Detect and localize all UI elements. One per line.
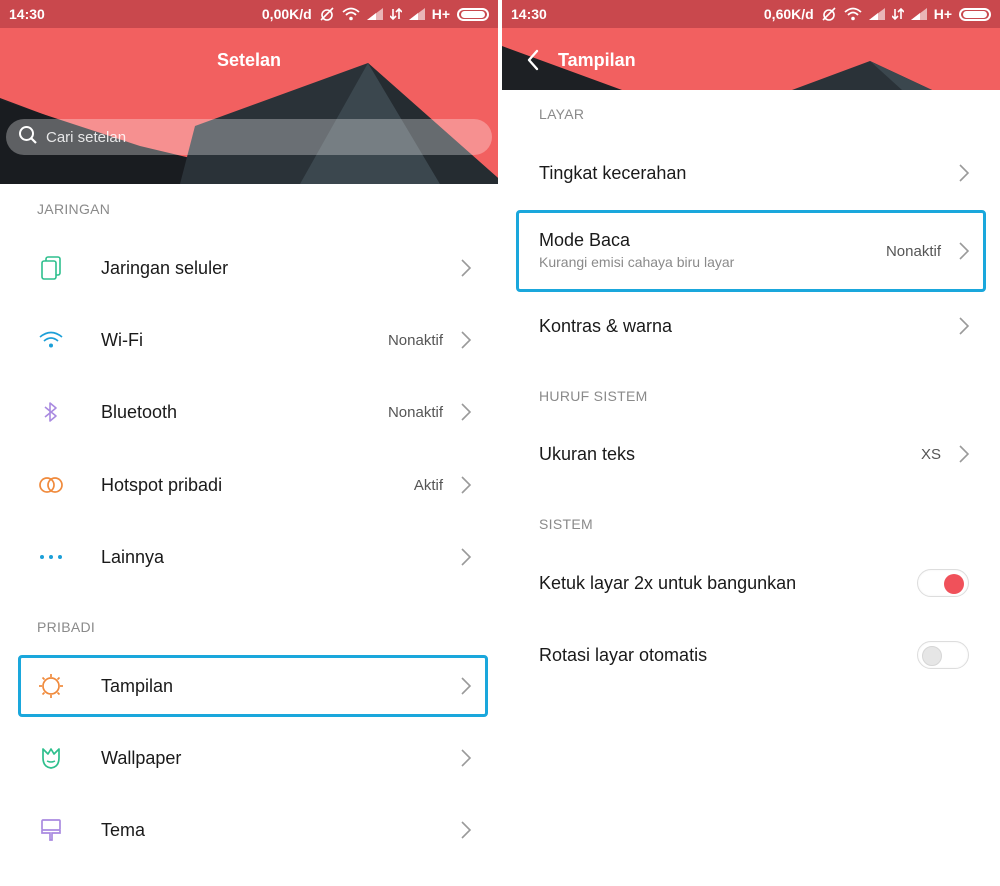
chevron-right-icon bbox=[461, 821, 472, 839]
setting-value: XS bbox=[920, 445, 941, 463]
setting-item-double-tap-wake[interactable]: Ketuk layar 2x untuk bangunkan bbox=[502, 553, 1000, 613]
setting-item-hotspot[interactable]: Hotspot pribadi Aktif bbox=[0, 455, 498, 515]
section-jaringan: JARINGAN bbox=[37, 201, 111, 217]
setting-label: Ukuran teks bbox=[539, 443, 636, 464]
signal-icon-2 bbox=[408, 8, 425, 20]
setting-value: Nonaktif bbox=[387, 403, 443, 421]
chevron-right-icon bbox=[461, 259, 472, 277]
setting-label: Mode Baca bbox=[539, 230, 631, 250]
section-sistem: SISTEM bbox=[539, 516, 593, 532]
search-bar[interactable] bbox=[6, 119, 492, 155]
setting-value: Aktif bbox=[413, 476, 443, 494]
display-header: Tampilan bbox=[502, 28, 1000, 90]
setting-label: Wallpaper bbox=[101, 747, 182, 768]
status-time: 14:30 bbox=[9, 6, 45, 22]
setting-item-reading-mode[interactable]: Mode Baca Kurangi emisi cahaya biru laya… bbox=[502, 212, 1000, 290]
setting-label: Rotasi layar otomatis bbox=[539, 644, 708, 665]
setting-item-more[interactable]: Lainnya bbox=[0, 527, 498, 587]
setting-label: Kontras & warna bbox=[539, 315, 673, 336]
setting-item-text-size[interactable]: Ukuran teks XS bbox=[502, 424, 1000, 484]
section-pribadi: PRIBADI bbox=[37, 619, 96, 635]
page-title: Setelan bbox=[216, 50, 282, 70]
toggle-switch-on[interactable] bbox=[917, 569, 969, 597]
setting-item-mobile-network[interactable]: Jaringan seluler bbox=[0, 238, 498, 298]
battery-icon bbox=[959, 7, 991, 21]
chevron-right-icon bbox=[461, 677, 472, 695]
setting-label: Tema bbox=[101, 819, 146, 840]
data-transfer-icon bbox=[389, 7, 402, 21]
chevron-right-icon bbox=[461, 403, 472, 421]
setting-label: Bluetooth bbox=[101, 401, 178, 422]
more-dots-icon bbox=[38, 544, 64, 570]
setting-value: Nonaktif bbox=[885, 242, 941, 260]
theme-brush-icon bbox=[38, 817, 64, 843]
battery-icon bbox=[457, 7, 489, 21]
status-speed: 0,00K/d bbox=[261, 6, 312, 22]
signal-icon-2 bbox=[910, 8, 927, 20]
setting-label: Ketuk layar 2x untuk bangunkan bbox=[539, 572, 797, 593]
toggle-knob bbox=[944, 574, 964, 594]
setting-label: Lainnya bbox=[101, 546, 165, 567]
network-type: H+ bbox=[431, 6, 450, 22]
setting-item-contrast[interactable]: Kontras & warna bbox=[502, 296, 1000, 356]
setting-label: Wi-Fi bbox=[101, 329, 143, 350]
setting-item-display[interactable]: Tampilan bbox=[0, 656, 498, 716]
setting-label: Tampilan bbox=[101, 675, 174, 696]
search-icon bbox=[18, 125, 38, 150]
back-button[interactable] bbox=[520, 46, 546, 74]
display-settings-screen: 14:30 0,60K/d H+ Tampilan LAYAR Tingkat … bbox=[502, 0, 1000, 886]
setting-label: Jaringan seluler bbox=[101, 257, 229, 278]
chevron-right-icon bbox=[959, 317, 970, 335]
setting-item-wallpaper[interactable]: Wallpaper bbox=[0, 728, 498, 788]
page-title: Tampilan bbox=[558, 50, 636, 70]
chevron-right-icon bbox=[461, 476, 472, 494]
setting-item-auto-rotate[interactable]: Rotasi layar otomatis bbox=[502, 625, 1000, 685]
search-input[interactable] bbox=[46, 128, 446, 146]
network-type: H+ bbox=[933, 6, 952, 22]
setting-item-brightness[interactable]: Tingkat kecerahan bbox=[502, 143, 1000, 203]
status-time: 14:30 bbox=[511, 6, 547, 22]
toggle-knob bbox=[922, 646, 942, 666]
wifi-status-icon bbox=[342, 7, 360, 21]
status-bar: 14:30 0,60K/d H+ bbox=[502, 0, 1000, 28]
wifi-icon bbox=[38, 327, 64, 353]
alarm-off-icon bbox=[821, 6, 837, 22]
bluetooth-icon bbox=[38, 399, 64, 425]
hotspot-icon bbox=[38, 472, 64, 498]
wallpaper-tulip-icon bbox=[38, 745, 64, 771]
signal-icon bbox=[366, 8, 383, 20]
status-speed: 0,60K/d bbox=[763, 6, 814, 22]
setting-sublabel: Kurangi emisi cahaya biru layar bbox=[539, 254, 735, 270]
signal-icon bbox=[868, 8, 885, 20]
setting-item-wifi[interactable]: Wi-Fi Nonaktif bbox=[0, 310, 498, 370]
chevron-left-icon bbox=[527, 49, 539, 71]
chevron-right-icon bbox=[959, 242, 970, 260]
chevron-right-icon bbox=[959, 164, 970, 182]
chevron-right-icon bbox=[461, 548, 472, 566]
setting-value: Nonaktif bbox=[387, 331, 443, 349]
toggle-switch-off[interactable] bbox=[917, 641, 969, 669]
chevron-right-icon bbox=[461, 749, 472, 767]
alarm-off-icon bbox=[319, 6, 335, 22]
chevron-right-icon bbox=[959, 445, 970, 463]
data-transfer-icon bbox=[891, 7, 904, 21]
chevron-right-icon bbox=[461, 331, 472, 349]
setting-label: Tingkat kecerahan bbox=[539, 162, 687, 183]
wifi-status-icon bbox=[844, 7, 862, 21]
setting-item-theme[interactable]: Tema bbox=[0, 800, 498, 860]
settings-screen: 14:30 0,00K/d H+ Setelan Cari setelan JA… bbox=[0, 0, 498, 886]
setting-label: Hotspot pribadi bbox=[101, 474, 223, 495]
setting-item-bluetooth[interactable]: Bluetooth Nonaktif bbox=[0, 382, 498, 442]
settings-header: Setelan bbox=[0, 28, 498, 184]
status-bar: 14:30 0,00K/d H+ bbox=[0, 0, 498, 28]
section-layar: LAYAR bbox=[539, 106, 585, 122]
sim-cards-icon bbox=[38, 255, 64, 281]
section-huruf-sistem: HURUF SISTEM bbox=[539, 388, 648, 404]
display-sun-icon bbox=[38, 673, 64, 699]
